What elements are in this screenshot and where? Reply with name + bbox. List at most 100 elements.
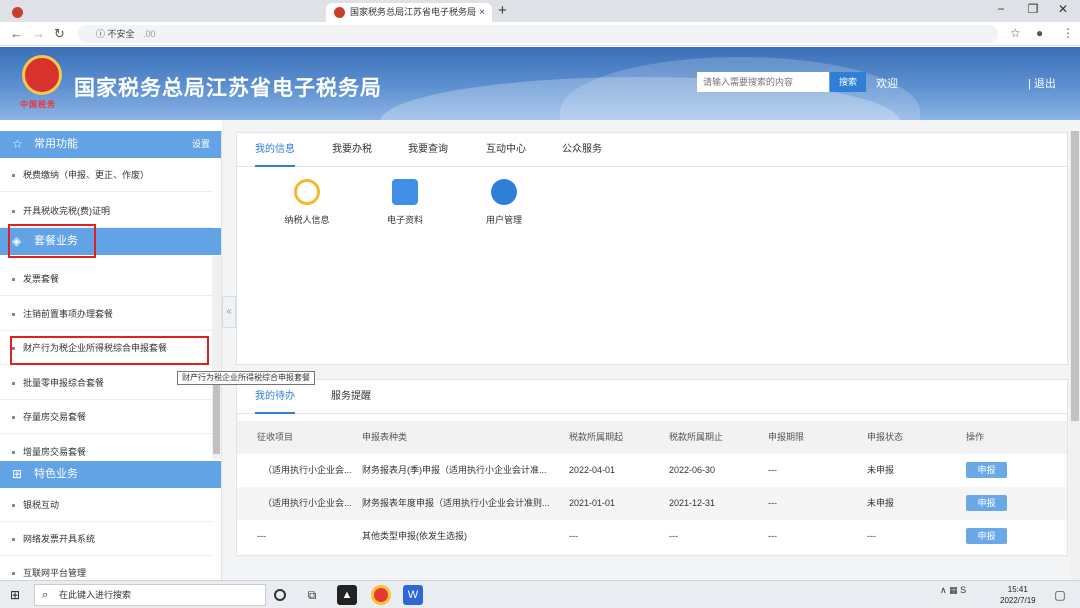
emblem-caption: 中国税务 <box>20 100 56 109</box>
table-row: --- 其他类型申报(依发生选报) --- --- --- --- 申报 <box>237 520 1067 553</box>
chrome-app-icon[interactable] <box>371 585 391 605</box>
wps-app-icon[interactable]: W <box>403 585 423 605</box>
bullet-icon <box>12 174 15 178</box>
page-scrollbar[interactable] <box>1070 131 1080 580</box>
sidebar-item-label: 开具税收完税(费)证明 <box>23 206 110 216</box>
windows-start-icon[interactable]: ⊞ <box>10 588 20 602</box>
highlight-box <box>8 224 96 258</box>
table-cell: --- <box>768 465 777 475</box>
sidebar-item-existing-housing-package[interactable]: 存量房交易套餐 <box>0 400 212 434</box>
url-input[interactable]: ⓘ 不安全 .00 <box>78 25 998 43</box>
sidebar-item-bank-tax[interactable]: 银税互动 <box>0 488 212 522</box>
bookmark-star-icon[interactable]: ☆ <box>1010 26 1021 40</box>
bullet-icon <box>12 210 15 214</box>
scrollbar-thumb[interactable] <box>213 384 220 454</box>
sidebar-item-label: 发票套餐 <box>23 274 60 284</box>
window-close-button[interactable]: ✕ <box>1050 2 1076 16</box>
table-cell: 其他类型申报(依发生选报) <box>362 531 467 541</box>
notification-icon[interactable]: ▢ <box>1050 585 1070 605</box>
search-icon: ⌕ <box>42 589 49 601</box>
table-cell: --- <box>569 531 578 541</box>
column-header: 操作 <box>966 432 985 442</box>
sidebar-item-label: 税费缴纳（申报、更正、作废） <box>23 170 150 180</box>
table-cell: 2021-12-31 <box>669 498 716 508</box>
tab-service-reminder[interactable]: 服务提醒 <box>331 380 371 414</box>
column-header: 税款所属期止 <box>669 432 724 442</box>
taskbar-clock[interactable]: 15:41 2022/7/19 <box>1000 584 1036 606</box>
profile-icon[interactable]: ● <box>1036 26 1043 40</box>
sidebar-header-special[interactable]: ⊞ 特色业务 <box>0 461 221 488</box>
sidebar-item-deregistration-package[interactable]: 注销前置事项办理套餐 <box>0 297 212 331</box>
collapse-sidebar-button[interactable]: « <box>222 296 236 328</box>
sidebar-item-tax-payment[interactable]: 税费缴纳（申报、更正、作废） <box>0 158 212 192</box>
sidebar-item-online-invoice[interactable]: 网络发票开具系统 <box>0 522 212 556</box>
window-maximize-button[interactable]: ❐ <box>1020 2 1046 16</box>
scrollbar-thumb[interactable] <box>1071 131 1079 421</box>
sidebar-scrollbar[interactable] <box>212 256 221 459</box>
sidebar-item-platform-management[interactable]: 互联网平台管理 <box>0 556 212 580</box>
tab-interaction[interactable]: 互动中心 <box>486 133 526 167</box>
site-search-input[interactable] <box>697 72 829 92</box>
security-indicator[interactable]: ⓘ 不安全 <box>96 29 135 39</box>
settings-link[interactable]: 设置 <box>192 131 210 158</box>
table-cell: 未申报 <box>867 465 895 475</box>
column-header: 申报期限 <box>768 432 805 442</box>
column-header: 税款所属期起 <box>569 432 624 442</box>
browser-tab-active[interactable]: 国家税务总局江苏省电子税务局 × <box>326 3 492 22</box>
main-content: 我的信息 我要办税 我要查询 互动中心 公众服务 纳税人信息 电子资料 用户管理… <box>222 120 1080 580</box>
bullet-icon <box>12 278 15 282</box>
tab-my-info[interactable]: 我的信息 <box>255 133 295 167</box>
table-row: （适用执行小企业会... 财务报表年度申报（适用执行小企业会计准则... 202… <box>237 487 1067 520</box>
bullet-icon <box>12 451 15 455</box>
cortana-icon[interactable] <box>274 589 286 601</box>
taxpayer-info-shortcut[interactable]: 纳税人信息 <box>267 179 347 226</box>
site-title: 国家税务总局江苏省电子税务局 <box>74 77 382 100</box>
table-cell: --- <box>768 498 777 508</box>
forward-arrow-icon[interactable]: → <box>32 26 45 41</box>
table-cell: （适用执行小企业会... <box>263 498 352 508</box>
table-header-row: 征收项目 申报表种类 税款所属期起 税款所属期止 申报期限 申报状态 操作 <box>237 421 1067 454</box>
task-view-icon[interactable]: ⧉ <box>302 585 322 605</box>
e-documents-icon <box>392 179 418 205</box>
table-cell: 2022-06-30 <box>669 465 716 475</box>
shortcut-label: 用户管理 <box>485 215 522 225</box>
browser-tab-inactive[interactable] <box>4 3 324 22</box>
logout-link[interactable]: | 退出 <box>1028 75 1056 91</box>
e-documents-shortcut[interactable]: 电子资料 <box>365 179 445 226</box>
url-host: .00 <box>143 29 156 39</box>
tab-query[interactable]: 我要查询 <box>408 133 448 167</box>
declare-button[interactable]: 申报 <box>966 462 1007 478</box>
back-arrow-icon[interactable]: ← <box>10 26 23 41</box>
panel-tabs: 我的待办 服务提醒 <box>237 380 1067 414</box>
declare-button[interactable]: 申报 <box>966 528 1007 544</box>
table-cell: --- <box>669 531 678 541</box>
column-header: 征收项目 <box>257 432 294 442</box>
todo-panel: 我的待办 服务提醒 征收项目 申报表种类 税款所属期起 税款所属期止 申报期限 … <box>236 379 1068 556</box>
declare-button[interactable]: 申报 <box>966 495 1007 511</box>
tab-tax-handling[interactable]: 我要办税 <box>332 133 372 167</box>
bullet-icon <box>12 538 15 542</box>
bullet-icon <box>12 416 15 420</box>
site-header: 中国税务 国家税务总局江苏省电子税务局 搜索 欢迎 | 退出 <box>0 47 1080 120</box>
sidebar-item-invoice-package[interactable]: 发票套餐 <box>0 262 212 296</box>
user-management-shortcut[interactable]: 用户管理 <box>464 179 544 226</box>
tab-close-icon[interactable]: × <box>479 3 485 22</box>
browser-menu-icon[interactable]: ⋮ <box>1062 26 1074 40</box>
site-search-button[interactable]: 搜索 <box>830 72 866 92</box>
tab-my-todo[interactable]: 我的待办 <box>255 380 295 414</box>
new-tab-button[interactable]: + <box>498 2 507 19</box>
bullet-icon <box>12 382 15 386</box>
taskbar-search-placeholder: 在此键入进行搜索 <box>59 590 132 600</box>
column-header: 申报状态 <box>867 432 904 442</box>
sidebar-header-common[interactable]: ☆ 常用功能 设置 <box>0 131 221 158</box>
tab-public-service[interactable]: 公众服务 <box>562 133 602 167</box>
photos-app-icon[interactable]: ▲ <box>337 585 357 605</box>
windows-taskbar: ⊞ ⌕ 在此键入进行搜索 ⧉ ▲ W ∧ ▦ S 15:41 2022/7/19… <box>0 580 1080 608</box>
taxpayer-info-icon <box>294 179 320 205</box>
taskbar-search-box[interactable]: ⌕ 在此键入进行搜索 <box>34 584 266 606</box>
window-minimize-button[interactable]: − <box>988 2 1014 16</box>
system-tray[interactable]: ∧ ▦ S <box>940 585 966 596</box>
sidebar-item-tax-certificate[interactable]: 开具税收完税(费)证明 <box>0 194 212 228</box>
reload-icon[interactable]: ↻ <box>54 26 65 42</box>
address-bar-row: ← → ↻ ⓘ 不安全 .00 ☆ ● ⋮ <box>0 22 1080 46</box>
